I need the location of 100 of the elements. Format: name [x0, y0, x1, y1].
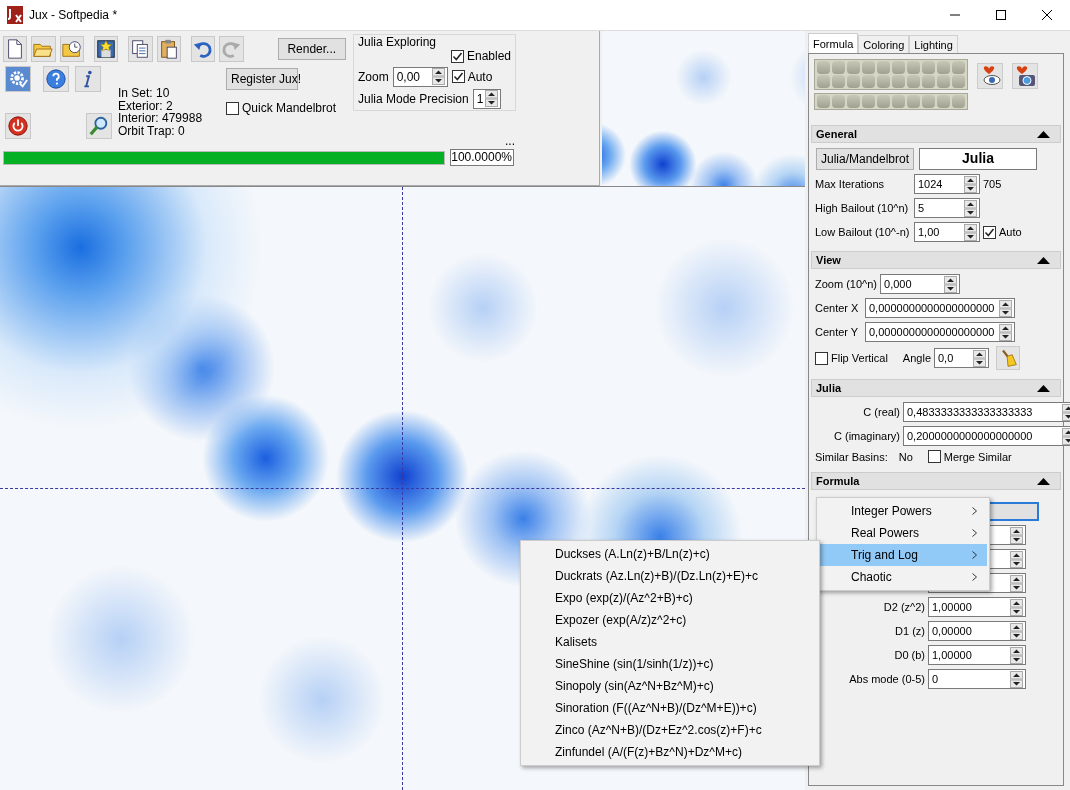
menu-item[interactable]: Expo (exp(z)/(Az^2+B)+c)	[523, 587, 817, 609]
collapse-icon[interactable]	[1037, 384, 1050, 392]
spinner-icon[interactable]	[1010, 526, 1023, 544]
section-title: Formula	[816, 475, 860, 487]
collapse-icon[interactable]	[1037, 256, 1050, 264]
paste-button[interactable]	[156, 36, 181, 62]
chevron-icon	[972, 507, 977, 515]
menu-item[interactable]: Sinoration (F((Az^N+B)/(Dz^M+E))+c)	[523, 697, 817, 719]
spinner-icon[interactable]	[964, 199, 977, 217]
spinner-icon[interactable]	[1010, 622, 1023, 640]
checkmark-icon	[984, 226, 995, 238]
ellipsis-text: ...	[504, 137, 515, 147]
tab[interactable]: Formula	[808, 33, 859, 53]
window-title: Jux - Softpedia *	[29, 8, 119, 22]
number-field[interactable]: 1,00000	[928, 597, 1026, 617]
spinner-icon[interactable]	[973, 349, 986, 367]
number-field[interactable]: 0,00	[392, 66, 448, 87]
favorite-snapshot-button[interactable]	[1012, 63, 1038, 89]
checkbox[interactable]: Quick Mandelbrot	[226, 101, 337, 115]
settings-icon	[7, 68, 29, 90]
stat-text: Orbit Trap: 0	[118, 124, 186, 137]
section-header[interactable]: View	[811, 251, 1061, 269]
number-field[interactable]: 0,2000000000000000000	[903, 426, 1070, 446]
number-field[interactable]: 5	[914, 198, 980, 218]
field-label: Center X	[815, 302, 860, 314]
number-field[interactable]: 0,4833333333333333333	[903, 402, 1070, 422]
menu-item[interactable]: Kalisets	[523, 631, 817, 653]
recent-button[interactable]	[59, 36, 84, 62]
favorite-view-button[interactable]	[977, 63, 1003, 89]
field-label: C (imaginary)	[833, 430, 900, 442]
section-header[interactable]: General	[811, 125, 1061, 143]
menu-item[interactable]: Real Powers	[819, 522, 987, 544]
number-field[interactable]: 1024	[914, 174, 980, 194]
number-field[interactable]: 0	[928, 669, 1026, 689]
maximize-icon	[996, 10, 1006, 20]
close-icon	[1042, 10, 1052, 20]
app-icon	[7, 6, 23, 24]
number-field[interactable]: 0,00000	[928, 621, 1026, 641]
menu-item[interactable]: Expozer (exp(A/z)z^2+c)	[523, 609, 817, 631]
new-button[interactable]	[3, 36, 28, 62]
open-button[interactable]	[31, 36, 56, 62]
zoom-button[interactable]	[86, 113, 112, 139]
section-header[interactable]: Formula	[811, 472, 1061, 490]
spinner-icon[interactable]	[999, 323, 1012, 341]
number-field[interactable]: 0,0000000000000000000	[865, 298, 1015, 318]
menu-item[interactable]: Duckses (A.Ln(z)+B/Ln(z)+c)	[523, 543, 817, 565]
spinner-icon[interactable]	[1010, 598, 1023, 616]
checkbox[interactable]: Flip Vertical	[815, 351, 888, 365]
field-value: No	[898, 450, 913, 463]
number-field[interactable]: 0,0	[934, 348, 989, 368]
info-button[interactable]	[75, 66, 101, 92]
spinner-icon[interactable]	[964, 175, 977, 193]
field-label: D1 (z)	[894, 625, 925, 637]
checkbox[interactable]: Enabled	[450, 49, 511, 63]
reset-button[interactable]	[996, 346, 1020, 370]
menu-item[interactable]: Sinopoly (sin(Az^N+Bz^M)+c)	[523, 675, 817, 697]
save-button[interactable]	[93, 36, 119, 62]
field-label: D2 (z^2)	[882, 601, 925, 613]
menu-item[interactable]: Trig and Log	[819, 544, 987, 566]
checkbox[interactable]: Merge Similar	[927, 450, 1012, 463]
menu-item[interactable]: Integer Powers	[819, 500, 987, 522]
collapse-icon[interactable]	[1037, 477, 1050, 485]
number-field[interactable]: 1,00000	[928, 645, 1026, 665]
menu-item[interactable]: Zinco (Az^N+B)/(Dz+Ez^2.cos(z)+F)+c	[523, 719, 817, 741]
spinner-icon[interactable]	[944, 275, 957, 293]
checkbox[interactable]: Auto	[983, 225, 1022, 239]
register-button[interactable]: Register Jux!	[226, 68, 298, 90]
undo-button[interactable]	[190, 36, 216, 62]
help-button[interactable]	[43, 66, 69, 92]
menu-item[interactable]: Chaotic	[819, 566, 987, 588]
number-field[interactable]: 1,00	[914, 222, 980, 242]
field-label: Julia Mode Precision	[358, 91, 469, 106]
copy-button[interactable]	[128, 36, 153, 62]
collapse-icon[interactable]	[1037, 130, 1050, 138]
spinner-icon[interactable]	[1010, 670, 1023, 688]
spinner-icon[interactable]	[1010, 646, 1023, 664]
number-field[interactable]: 0,0000000000000000000	[865, 322, 1015, 342]
field-label: Angle	[902, 352, 931, 364]
tab[interactable]: Lighting	[909, 35, 958, 53]
chevron-icon	[972, 573, 977, 581]
checkbox[interactable]: Auto	[451, 69, 493, 84]
spinner-icon[interactable]	[1010, 550, 1023, 568]
render-button[interactable]: Render...	[277, 38, 347, 60]
mode-button[interactable]: Julia/Mandelbrot	[816, 148, 914, 170]
spinner-icon[interactable]	[999, 299, 1012, 317]
tab[interactable]: Coloring	[858, 35, 910, 53]
power-button[interactable]	[5, 113, 31, 139]
spinner-icon[interactable]	[1010, 574, 1023, 592]
menu-item[interactable]: SineShine (sin(1/sinh(1/z))+c)	[523, 653, 817, 675]
section-header[interactable]: Julia	[811, 379, 1061, 397]
chevron-icon	[972, 551, 977, 559]
field-label: Low Bailout (10^-n)	[815, 226, 911, 238]
number-field[interactable]: 1	[472, 88, 502, 109]
menu-item[interactable]: Duckrats (Az.Ln(z)+B)/(Dz.Ln(z)+E)+c	[523, 565, 817, 587]
spinner-icon[interactable]	[485, 90, 499, 107]
spinner-icon[interactable]	[964, 223, 977, 241]
settings-button[interactable]	[5, 66, 31, 92]
menu-item[interactable]: Zinfundel (A/(F(z)+Bz^N)+Dz^M+c)	[523, 741, 817, 763]
number-field[interactable]: 0,000	[880, 274, 960, 294]
spinner-icon[interactable]	[431, 68, 445, 85]
